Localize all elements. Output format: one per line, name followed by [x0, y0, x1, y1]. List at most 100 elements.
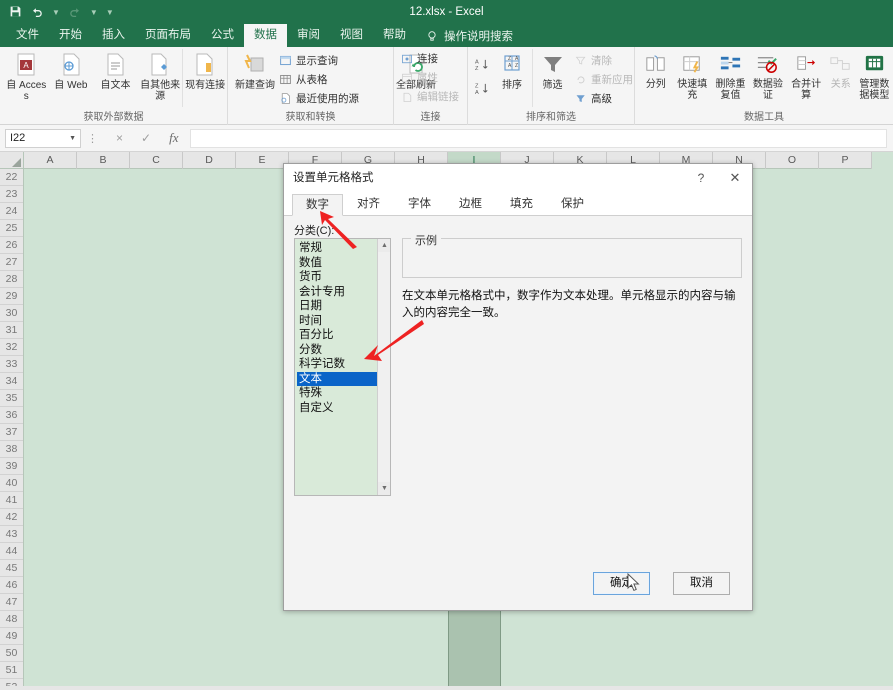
button-flash-fill[interactable]: 快速填充 — [673, 49, 712, 107]
row-header-43[interactable]: 43 — [0, 526, 23, 543]
insert-function-icon[interactable]: fx — [169, 130, 178, 146]
row-header-26[interactable]: 26 — [0, 237, 23, 254]
cancel-entry-icon[interactable]: × — [116, 131, 123, 145]
row-header-44[interactable]: 44 — [0, 543, 23, 560]
dialog-tab-fill[interactable]: 填充 — [496, 193, 547, 215]
tab-view[interactable]: 视图 — [330, 24, 373, 47]
row-header-37[interactable]: 37 — [0, 424, 23, 441]
chevron-down-icon[interactable]: ▼ — [69, 135, 76, 142]
column-header-a[interactable]: A — [24, 152, 77, 169]
cancel-button[interactable]: 取消 — [673, 572, 730, 595]
button-sort-ascending[interactable]: AZ — [472, 52, 492, 76]
column-header-p[interactable]: P — [819, 152, 872, 169]
ok-button[interactable]: 确定 — [593, 572, 650, 595]
button-from-other-sources[interactable]: 自其他来源 — [138, 49, 183, 107]
dialog-tab-protection[interactable]: 保护 — [547, 193, 598, 215]
button-advanced-filter[interactable]: 高级 — [572, 89, 633, 108]
dialog-tab-font[interactable]: 字体 — [394, 193, 445, 215]
row-header-48[interactable]: 48 — [0, 611, 23, 628]
select-all-corner[interactable] — [0, 152, 24, 169]
tab-home[interactable]: 开始 — [49, 24, 92, 47]
button-data-validation[interactable]: 数据验证 — [749, 49, 786, 107]
category-item-9[interactable]: 文本 — [297, 371, 377, 386]
tab-formulas[interactable]: 公式 — [201, 24, 244, 47]
button-consolidate[interactable]: 合并计算 — [787, 49, 826, 107]
confirm-entry-icon[interactable]: ✓ — [141, 131, 151, 145]
button-new-query[interactable]: 新建查询 — [234, 49, 276, 107]
row-header-40[interactable]: 40 — [0, 475, 23, 492]
row-header-31[interactable]: 31 — [0, 322, 23, 339]
dialog-tab-alignment[interactable]: 对齐 — [343, 193, 394, 215]
category-scrollbar[interactable]: ▲ ▼ — [377, 239, 390, 495]
button-from-table[interactable]: 从表格 — [276, 70, 359, 89]
button-connections[interactable]: 连接 — [398, 49, 438, 68]
tell-me-box[interactable]: 操作说明搜索 — [416, 24, 513, 47]
row-header-35[interactable]: 35 — [0, 390, 23, 407]
button-sort[interactable]: ZAAZ 排序 — [492, 49, 532, 107]
tab-help[interactable]: 帮助 — [373, 24, 416, 47]
tab-review[interactable]: 审阅 — [287, 24, 330, 47]
category-item-8[interactable]: 科学记数 — [297, 357, 377, 372]
category-listbox[interactable]: 常规 数值 货币 会计专用 日期 时间 百分比 分数 科学记数 文本 特殊 自定义 ▲ ▼ — [294, 238, 391, 496]
row-header-38[interactable]: 38 — [0, 441, 23, 458]
category-item-1[interactable]: 数值 — [297, 256, 377, 271]
category-item-5[interactable]: 时间 — [297, 314, 377, 329]
row-header-29[interactable]: 29 — [0, 288, 23, 305]
button-from-access[interactable]: A 自 Access — [4, 49, 49, 107]
formula-bar-handle[interactable]: ⋮ — [87, 132, 98, 145]
button-from-web[interactable]: 自 Web — [49, 49, 94, 107]
row-header-32[interactable]: 32 — [0, 339, 23, 356]
formula-input[interactable] — [190, 128, 887, 148]
row-header-49[interactable]: 49 — [0, 628, 23, 645]
category-item-3[interactable]: 会计专用 — [297, 285, 377, 300]
category-item-11[interactable]: 自定义 — [297, 401, 377, 416]
close-icon[interactable]: ✕ — [720, 164, 750, 192]
category-item-7[interactable]: 分数 — [297, 343, 377, 358]
column-header-o[interactable]: O — [766, 152, 819, 169]
tab-insert[interactable]: 插入 — [92, 24, 135, 47]
tab-file[interactable]: 文件 — [6, 24, 49, 47]
row-header-47[interactable]: 47 — [0, 594, 23, 611]
column-header-e[interactable]: E — [236, 152, 289, 169]
row-header-33[interactable]: 33 — [0, 356, 23, 373]
dialog-tab-border[interactable]: 边框 — [445, 193, 496, 215]
column-header-c[interactable]: C — [130, 152, 183, 169]
row-header-34[interactable]: 34 — [0, 373, 23, 390]
column-header-d[interactable]: D — [183, 152, 236, 169]
row-header-46[interactable]: 46 — [0, 577, 23, 594]
tab-data[interactable]: 数据 — [244, 24, 287, 47]
button-show-queries[interactable]: 显示查询 — [276, 51, 359, 70]
help-icon[interactable]: ? — [686, 164, 716, 192]
row-header-23[interactable]: 23 — [0, 186, 23, 203]
row-header-45[interactable]: 45 — [0, 560, 23, 577]
row-header-42[interactable]: 42 — [0, 509, 23, 526]
category-item-10[interactable]: 特殊 — [297, 386, 377, 401]
row-header-36[interactable]: 36 — [0, 407, 23, 424]
dialog-tab-number[interactable]: 数字 — [292, 194, 343, 216]
row-header-27[interactable]: 27 — [0, 254, 23, 271]
scroll-up-icon[interactable]: ▲ — [378, 239, 390, 252]
category-item-6[interactable]: 百分比 — [297, 328, 377, 343]
tab-page-layout[interactable]: 页面布局 — [135, 24, 201, 47]
row-header-25[interactable]: 25 — [0, 220, 23, 237]
button-existing-connections[interactable]: 现有连接 — [182, 49, 227, 107]
category-item-0[interactable]: 常规 — [297, 241, 377, 256]
button-remove-duplicates[interactable]: 删除重复值 — [712, 49, 749, 107]
button-sort-descending[interactable]: ZA — [472, 76, 492, 100]
row-header-39[interactable]: 39 — [0, 458, 23, 475]
row-header-24[interactable]: 24 — [0, 203, 23, 220]
row-header-41[interactable]: 41 — [0, 492, 23, 509]
category-item-4[interactable]: 日期 — [297, 299, 377, 314]
column-header-b[interactable]: B — [77, 152, 130, 169]
button-recent-sources[interactable]: 最近使用的源 — [276, 89, 359, 108]
row-header-50[interactable]: 50 — [0, 645, 23, 662]
category-item-2[interactable]: 货币 — [297, 270, 377, 285]
row-header-30[interactable]: 30 — [0, 305, 23, 322]
button-manage-data-model[interactable]: 管理数据模型 — [856, 49, 893, 107]
row-header-51[interactable]: 51 — [0, 662, 23, 679]
scroll-down-icon[interactable]: ▼ — [378, 482, 390, 495]
button-text-to-columns[interactable]: 分列 — [639, 49, 673, 107]
row-header-22[interactable]: 22 — [0, 169, 23, 186]
row-header-28[interactable]: 28 — [0, 271, 23, 288]
button-filter[interactable]: 筛选 — [532, 49, 572, 107]
